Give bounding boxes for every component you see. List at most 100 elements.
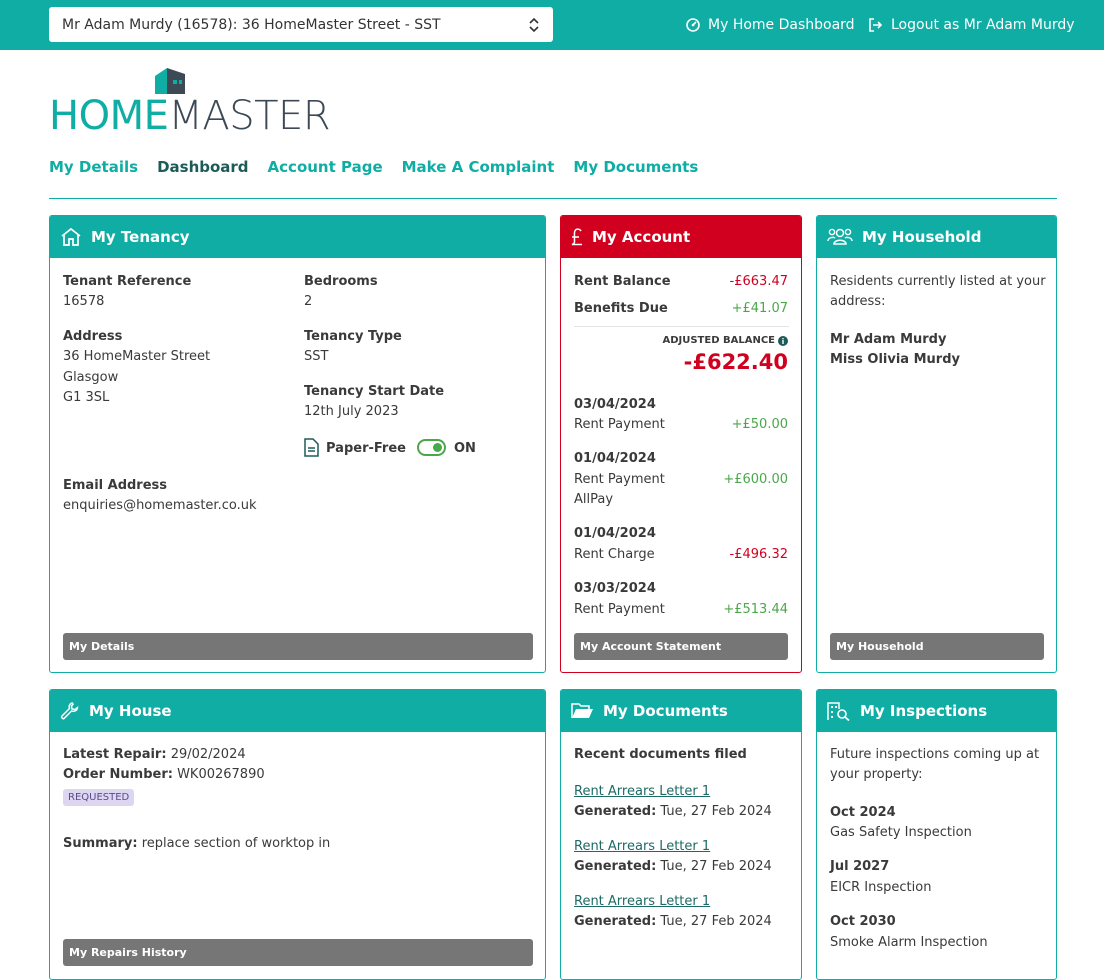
inspection-name: Smoke Alarm Inspection	[830, 935, 988, 950]
address-label: Address	[63, 329, 123, 344]
rent-balance-label: Rent Balance	[574, 274, 671, 289]
toggle-knob	[433, 443, 442, 452]
transaction-date: 01/04/2024	[574, 451, 656, 466]
summary-value: replace section of worktop in	[141, 836, 331, 851]
order-number-value: WK00267890	[177, 767, 265, 782]
summary-label: Summary:	[63, 836, 138, 851]
nav-divider	[49, 198, 1057, 199]
paper-free-toggle[interactable]	[417, 439, 446, 456]
transaction-date: 03/04/2024	[574, 397, 656, 412]
my-tenancy-title: My Tenancy	[91, 228, 190, 246]
resident-name: Mr Adam Murdy	[830, 332, 947, 347]
inspections-intro-line-2: your property:	[830, 767, 923, 782]
inspection-date: Oct 2030	[830, 914, 896, 929]
benefits-due-value: +£41.07	[731, 301, 788, 316]
my-account-card: My Account Rent Balance -£663.47 Benefit…	[560, 215, 802, 673]
recent-documents-heading: Recent documents filed	[574, 747, 747, 762]
tenant-reference-value: 16578	[63, 294, 105, 309]
folder-open-icon	[571, 703, 593, 718]
main-nav: My Details Dashboard Account Page Make A…	[49, 158, 698, 176]
tenancy-start-label: Tenancy Start Date	[304, 384, 445, 399]
my-documents-title: My Documents	[603, 702, 728, 720]
my-tenancy-card: My Tenancy Tenant Reference 16578 Bedroo…	[49, 215, 546, 673]
logo-wordmark: HOMEMASTER	[49, 93, 331, 139]
info-icon[interactable]	[778, 335, 788, 346]
homemaster-logo[interactable]: HOMEMASTER	[49, 66, 331, 138]
nav-my-details[interactable]: My Details	[49, 158, 138, 176]
address-line-2: Glasgow	[63, 370, 119, 385]
bedrooms-value: 2	[304, 294, 313, 309]
logout-link[interactable]: Logout as Mr Adam Murdy	[868, 15, 1075, 35]
repair-status-badge: REQUESTED	[63, 789, 135, 806]
adjusted-balance-label: ADJUSTED BALANCE	[662, 335, 775, 346]
my-house-header: My House	[50, 690, 545, 732]
account-divider	[574, 326, 789, 327]
rent-balance-value: -£663.47	[729, 274, 788, 289]
my-account-title: My Account	[592, 228, 691, 246]
transaction-date: 03/03/2024	[574, 581, 656, 596]
my-account-statement-button[interactable]: My Account Statement	[574, 633, 788, 660]
paper-free-label: Paper-Free	[326, 441, 406, 456]
nav-make-a-complaint[interactable]: Make A Complaint	[402, 158, 555, 176]
transaction-desc-secondary: AllPay	[574, 492, 614, 507]
building-search-icon	[827, 702, 850, 721]
document-link[interactable]: Rent Arrears Letter 1	[574, 839, 710, 854]
document-generated-row: Generated: Tue, 27 Feb 2024	[574, 914, 772, 929]
transaction-amount: +£50.00	[731, 417, 788, 432]
document-generated-row: Generated: Tue, 27 Feb 2024	[574, 859, 772, 874]
nav-my-documents[interactable]: My Documents	[573, 158, 698, 176]
generated-date: Tue, 27 Feb 2024	[660, 804, 772, 819]
generated-label: Generated:	[574, 804, 657, 819]
logout-icon	[869, 18, 883, 32]
house-icon	[61, 227, 81, 246]
transaction-amount: +£513.44	[723, 602, 788, 617]
chevron-up-down-icon	[529, 17, 539, 33]
my-household-button[interactable]: My Household	[830, 633, 1044, 660]
resident-name: Miss Olivia Murdy	[830, 352, 960, 367]
generated-label: Generated:	[574, 914, 657, 929]
transaction-amount: +£600.00	[723, 472, 788, 487]
my-house-card: My House Latest Repair: 29/02/2024 Order…	[49, 689, 546, 980]
my-tenancy-header: My Tenancy	[50, 216, 545, 258]
latest-repair-row: Latest Repair: 29/02/2024	[63, 747, 246, 762]
top-bar: Mr Adam Murdy (16578): 36 HomeMaster Str…	[0, 0, 1104, 50]
tenant-select[interactable]: Mr Adam Murdy (16578): 36 HomeMaster Str…	[49, 7, 553, 42]
tenancy-start-value: 12th July 2023	[304, 404, 399, 419]
tenancy-type-value: SST	[304, 349, 329, 364]
bedrooms-label: Bedrooms	[304, 274, 378, 289]
tenant-reference-label: Tenant Reference	[63, 274, 192, 289]
nav-dashboard[interactable]: Dashboard	[157, 158, 248, 176]
pound-icon	[571, 228, 582, 246]
household-intro-line-1: Residents currently listed at your	[830, 274, 1046, 289]
order-number-label: Order Number:	[63, 767, 173, 782]
paper-free-state: ON	[454, 441, 476, 456]
transaction-desc: Rent Charge	[574, 547, 655, 562]
nav-account-page[interactable]: Account Page	[268, 158, 383, 176]
transaction-desc: Rent Payment	[574, 602, 665, 617]
generated-label: Generated:	[574, 859, 657, 874]
summary-row: Summary: replace section of worktop in	[63, 836, 330, 851]
my-details-button[interactable]: My Details	[63, 633, 533, 660]
transaction-date: 01/04/2024	[574, 526, 656, 541]
tenant-select-value: Mr Adam Murdy (16578): 36 HomeMaster Str…	[62, 16, 441, 33]
document-generated-row: Generated: Tue, 27 Feb 2024	[574, 804, 772, 819]
email-value: enquiries@homemaster.co.uk	[63, 498, 257, 513]
inspection-name: EICR Inspection	[830, 880, 932, 895]
my-household-header: My Household	[817, 216, 1056, 258]
document-link[interactable]: Rent Arrears Letter 1	[574, 894, 710, 909]
adjusted-balance-value: -£622.40	[683, 350, 788, 374]
house-logo-mark	[155, 68, 185, 94]
order-number-row: Order Number: WK00267890	[63, 767, 265, 782]
my-inspections-title: My Inspections	[860, 702, 988, 720]
my-household-card: My Household Residents currently listed …	[816, 215, 1057, 673]
home-dashboard-link[interactable]: My Home Dashboard	[686, 15, 855, 35]
benefits-due-label: Benefits Due	[574, 301, 668, 316]
wrench-icon	[60, 702, 79, 720]
my-documents-card: My Documents Recent documents filed Rent…	[560, 689, 802, 980]
household-intro-line-2: address:	[830, 294, 886, 309]
my-repairs-history-button[interactable]: My Repairs History	[63, 939, 533, 966]
inspection-name: Gas Safety Inspection	[830, 825, 972, 840]
latest-repair-value: 29/02/2024	[170, 747, 246, 762]
document-link[interactable]: Rent Arrears Letter 1	[574, 784, 710, 799]
logout-link-label: Logout as Mr Adam Murdy	[891, 17, 1075, 33]
